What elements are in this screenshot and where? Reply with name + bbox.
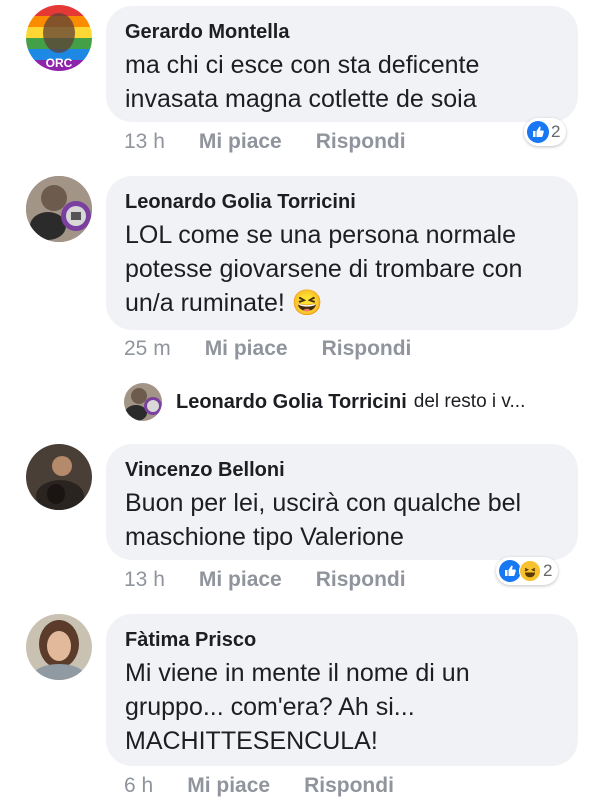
reply-author[interactable]: Leonardo Golia Torricini bbox=[176, 391, 407, 414]
like-icon bbox=[499, 560, 521, 582]
reaction-count: 2 bbox=[551, 122, 561, 141]
comment-actions: 13 h Mi piace Rispondi bbox=[124, 568, 406, 592]
reply-button[interactable]: Rispondi bbox=[322, 337, 412, 361]
comment-author[interactable]: Vincenzo Belloni bbox=[125, 458, 558, 482]
reaction-summary[interactable]: 2 bbox=[496, 557, 559, 585]
reaction-count: 2 bbox=[543, 561, 553, 580]
comment-actions: 25 m Mi piace Rispondi bbox=[124, 337, 411, 361]
comment-bubble[interactable]: Vincenzo Belloni Buon per lei, uscirà co… bbox=[106, 444, 578, 560]
comment-text: ma chi ci esce con sta deficente invasat… bbox=[125, 51, 480, 113]
like-button[interactable]: Mi piace bbox=[199, 568, 282, 592]
comment-timestamp[interactable]: 6 h bbox=[124, 774, 153, 798]
like-icon bbox=[527, 121, 549, 143]
comment-bubble[interactable]: Leonardo Golia Torricini LOL come se una… bbox=[106, 176, 578, 330]
haha-icon bbox=[519, 560, 541, 582]
avatar[interactable] bbox=[124, 383, 162, 421]
reaction-summary[interactable]: 2 bbox=[524, 118, 567, 146]
avatar[interactable]: ORC bbox=[26, 5, 92, 71]
comment-actions: 6 h Mi piace Rispondi bbox=[124, 774, 394, 798]
rainbow-avatar-image: ORC bbox=[26, 5, 92, 71]
reply-button[interactable]: Rispondi bbox=[316, 130, 406, 154]
user-photo-icon bbox=[26, 614, 92, 680]
comment-timestamp[interactable]: 25 m bbox=[124, 337, 171, 361]
avatar[interactable] bbox=[26, 614, 92, 680]
user-photo-icon bbox=[124, 383, 162, 421]
avatar[interactable] bbox=[26, 176, 92, 242]
user-photo-icon bbox=[26, 176, 92, 242]
comment-timestamp[interactable]: 13 h bbox=[124, 130, 165, 154]
user-photo-icon bbox=[26, 444, 92, 510]
comment-bubble[interactable]: Fàtima Prisco Mi viene in mente il nome … bbox=[106, 614, 578, 766]
svg-text:ORC: ORC bbox=[46, 56, 73, 70]
comment-author[interactable]: Gerardo Montella bbox=[125, 20, 558, 44]
comment-timestamp[interactable]: 13 h bbox=[124, 568, 165, 592]
like-button[interactable]: Mi piace bbox=[187, 774, 270, 798]
comment-text: LOL come se una persona normale potesse … bbox=[125, 221, 523, 317]
avatar[interactable] bbox=[26, 444, 92, 510]
comment-bubble[interactable]: Gerardo Montella ma chi ci esce con sta … bbox=[106, 6, 578, 122]
reply-button[interactable]: Rispondi bbox=[316, 568, 406, 592]
like-button[interactable]: Mi piace bbox=[205, 337, 288, 361]
comment-author[interactable]: Leonardo Golia Torricini bbox=[125, 190, 558, 214]
comment-author[interactable]: Fàtima Prisco bbox=[125, 628, 558, 652]
comment-text: Mi viene in mente il nome di un gruppo..… bbox=[125, 659, 470, 755]
reply-snippet: del resto i v... bbox=[413, 391, 526, 412]
like-button[interactable]: Mi piace bbox=[199, 130, 282, 154]
comment-actions: 13 h Mi piace Rispondi bbox=[124, 130, 406, 154]
comment-text: Buon per lei, uscirà con qualche bel mas… bbox=[125, 489, 522, 551]
reply-preview[interactable]: Leonardo Golia Torricini del resto i v..… bbox=[124, 380, 594, 424]
reply-button[interactable]: Rispondi bbox=[304, 774, 394, 798]
